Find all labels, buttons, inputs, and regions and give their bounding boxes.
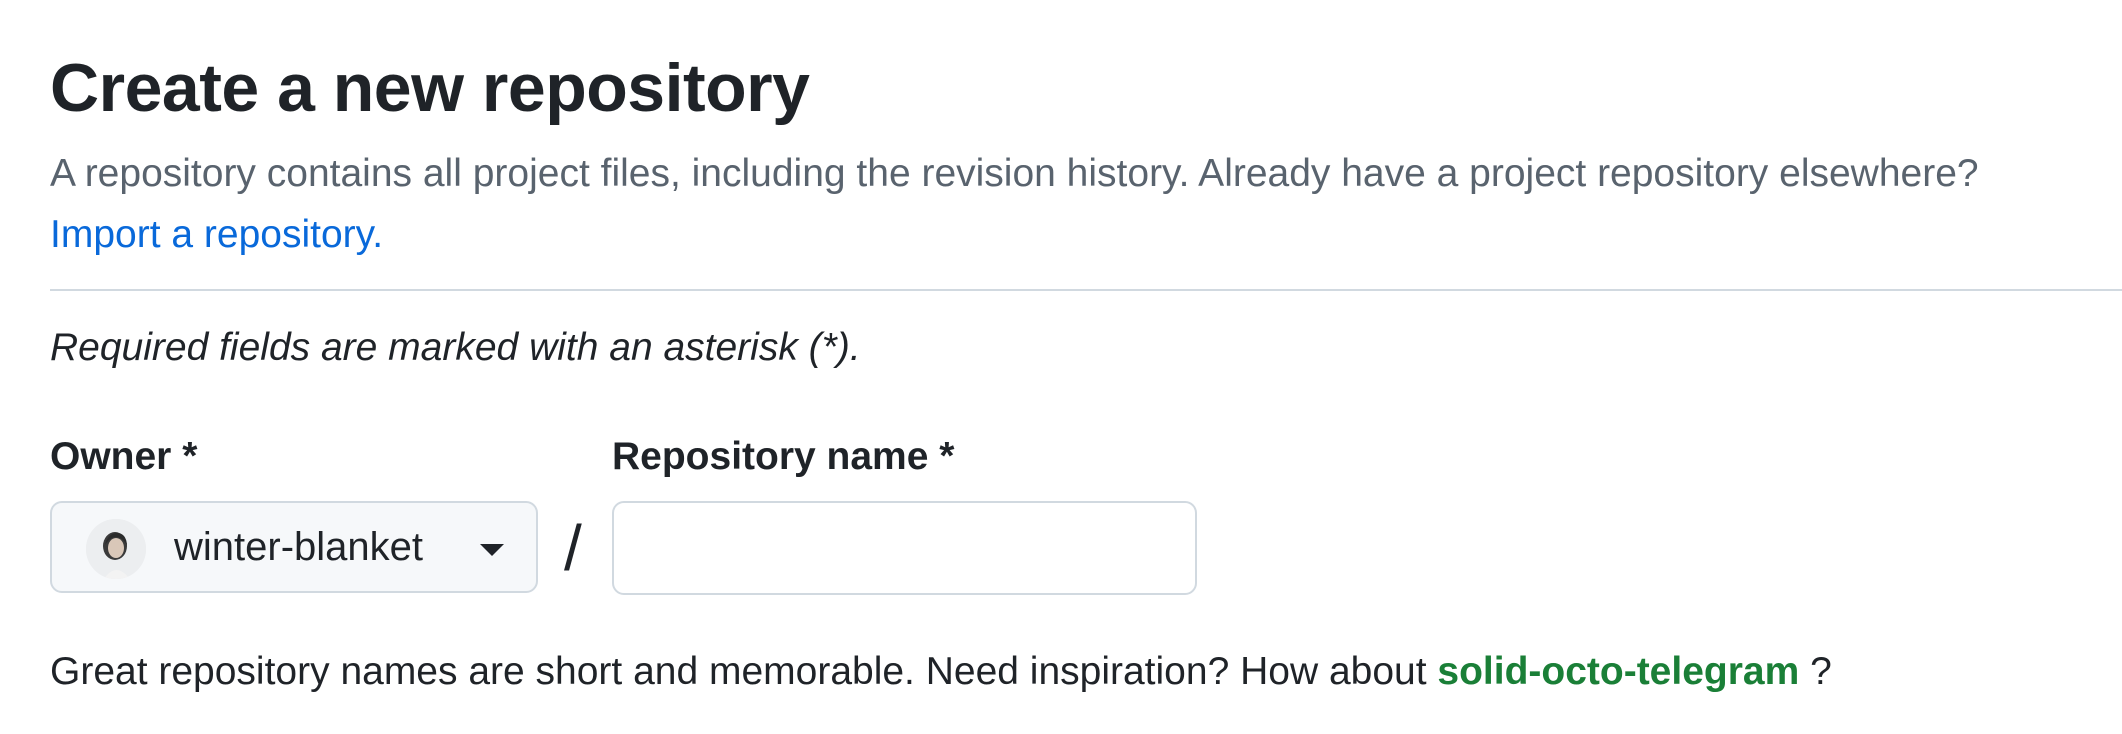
page-subtitle: A repository contains all project files,…: [50, 152, 1979, 195]
create-repository-page: Create a new repository A repository con…: [50, 0, 2122, 734]
owner-dropdown[interactable]: winter-blanket: [50, 501, 538, 593]
repository-name-hint: Great repository names are short and mem…: [50, 646, 1832, 698]
repository-name-label: Repository name *: [612, 435, 955, 478]
section-divider: [50, 289, 2122, 291]
required-fields-note: Required fields are marked with an aster…: [50, 326, 861, 369]
hint-suffix: ?: [1810, 650, 1832, 693]
repository-name-input[interactable]: [612, 501, 1197, 595]
owner-label: Owner *: [50, 435, 198, 478]
suggested-name-link[interactable]: solid-octo-telegram: [1437, 650, 1799, 693]
owner-selected-value: winter-blanket: [174, 525, 424, 569]
hint-text: Great repository names are short and mem…: [50, 650, 1427, 693]
page-title: Create a new repository: [50, 50, 810, 126]
avatar-image: [86, 519, 146, 579]
owner-repo-separator: /: [564, 512, 582, 584]
owner-avatar: [86, 519, 146, 579]
import-repository-link[interactable]: Import a repository.: [50, 209, 383, 261]
chevron-down-icon: [480, 544, 504, 556]
